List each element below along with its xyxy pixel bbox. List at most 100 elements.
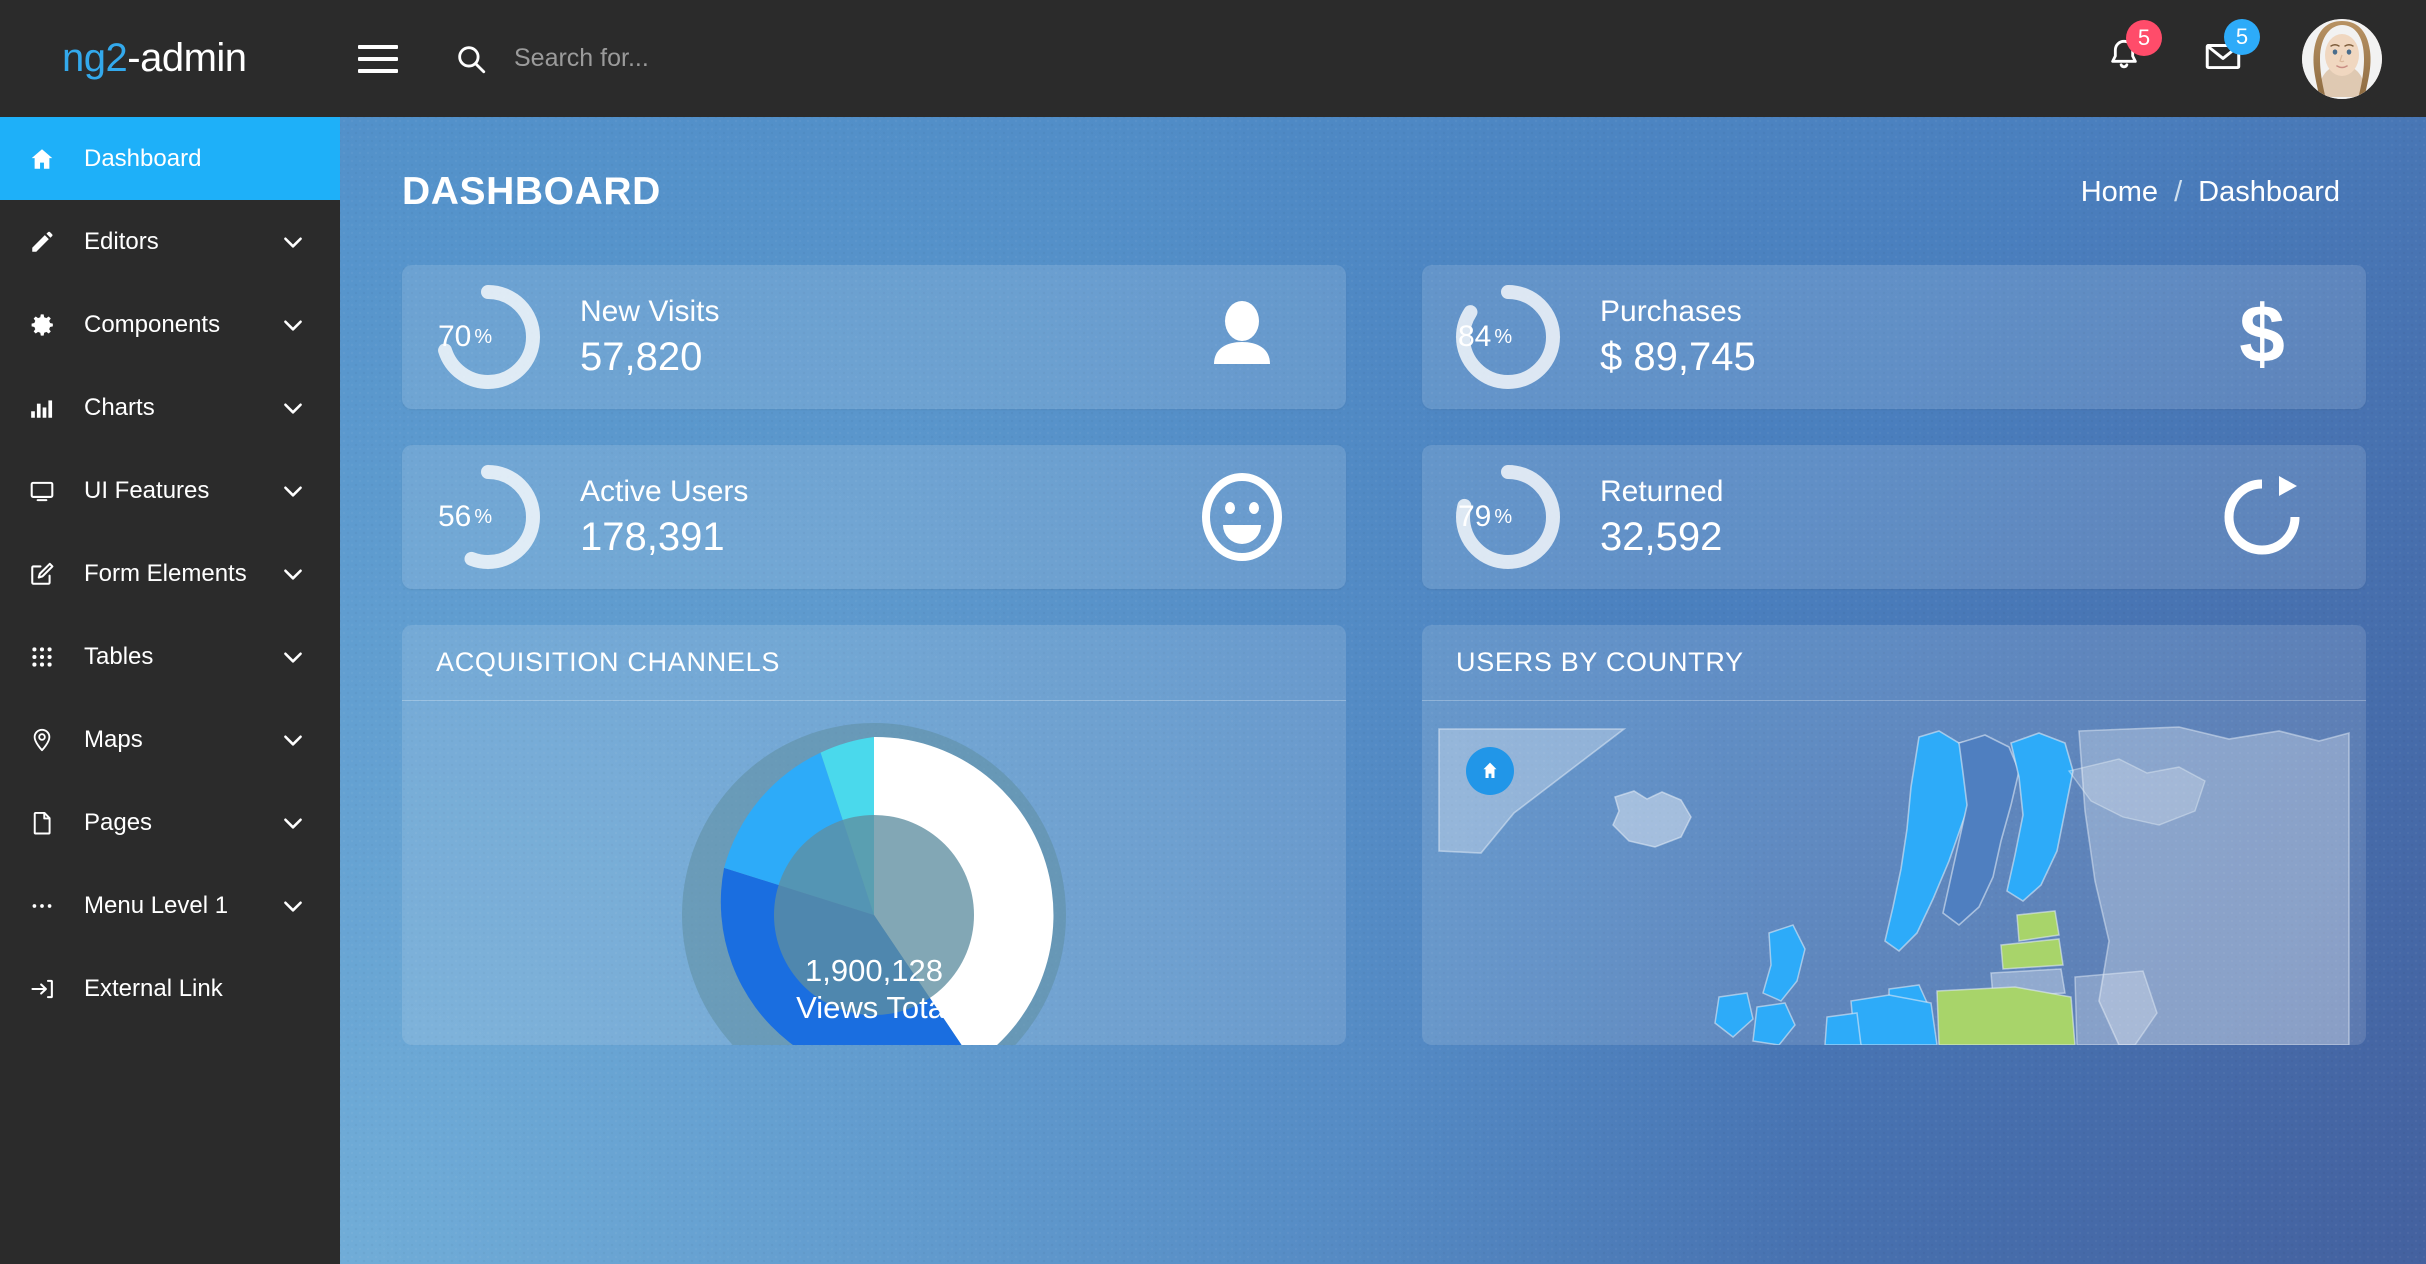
- progress-percent: 84%: [1452, 281, 1564, 393]
- progress-percent-symbol: %: [1494, 325, 1513, 348]
- sidebar-item-label: Charts: [84, 393, 155, 421]
- app-header: ng2-admin 5: [0, 0, 2426, 117]
- progress-percent-value: 84: [1458, 320, 1492, 353]
- chevron-down-icon[interactable]: [280, 229, 306, 255]
- chevron-down-icon[interactable]: [280, 893, 306, 919]
- hamburger-bar: [358, 56, 398, 61]
- panel-title: USERS BY COUNTRY: [1456, 647, 1744, 677]
- map-pin-icon: [0, 727, 84, 753]
- stat-value: 32,592: [1600, 514, 1723, 559]
- breadcrumb-home[interactable]: Home: [2081, 176, 2158, 209]
- sidebar-item-editors[interactable]: Editors: [0, 200, 340, 283]
- chevron-down-icon[interactable]: [280, 561, 306, 587]
- stat-value: 57,820: [580, 334, 703, 379]
- sidebar-item-tables[interactable]: Tables: [0, 615, 340, 698]
- monitor-icon: [0, 478, 84, 504]
- brand-suffix: -admin: [127, 36, 247, 80]
- stat-text: Returned 32,592: [1600, 473, 1723, 561]
- progress-percent-value: 79: [1458, 500, 1492, 533]
- chevron-down-icon[interactable]: [280, 727, 306, 753]
- sidebar-item-label: Components: [84, 310, 221, 338]
- pencil-icon: [0, 229, 84, 255]
- grid-dots-icon: [0, 644, 84, 670]
- stat-title: Active Users: [580, 475, 749, 509]
- europe-map[interactable]: [1422, 701, 2366, 1045]
- progress-donut: 79%: [1452, 461, 1564, 573]
- home-pin-icon[interactable]: [1466, 747, 1514, 795]
- progress-percent: 79%: [1452, 461, 1564, 573]
- search-area[interactable]: [454, 42, 1034, 76]
- stat-title: New Visits: [580, 295, 720, 329]
- acquisition-channels-panel: ACQUISITION CHANNELS 1,900,128 Views Tot…: [402, 625, 1346, 1045]
- chevron-down-icon[interactable]: [280, 810, 306, 836]
- progress-percent-symbol: %: [1494, 505, 1513, 528]
- panel-title: ACQUISITION CHANNELS: [436, 647, 781, 677]
- chevron-down-icon[interactable]: [280, 312, 306, 338]
- hamburger-bar: [358, 44, 398, 49]
- search-icon[interactable]: [454, 42, 488, 76]
- bar-chart-icon: [0, 395, 84, 421]
- stat-text: Purchases $ 89,745: [1600, 293, 1756, 381]
- progress-donut: 70%: [432, 281, 544, 393]
- page-title: DASHBOARD: [402, 170, 661, 213]
- stat-card-active-users[interactable]: 56% Active Users 178,391: [402, 445, 1346, 589]
- dollar-icon: $: [2202, 294, 2322, 380]
- messages-button[interactable]: 5: [2202, 19, 2260, 82]
- menu-toggle-icon[interactable]: [350, 31, 406, 87]
- chevron-down-icon[interactable]: [280, 478, 306, 504]
- stat-value: 178,391: [580, 514, 725, 559]
- sidebar-item-ui-features[interactable]: UI Features: [0, 449, 340, 532]
- notifications-badge: 5: [2126, 20, 2162, 56]
- acquisition-pie-chart[interactable]: [402, 715, 1346, 1045]
- panel-body: 1,900,128 Views Total: [402, 701, 1346, 1045]
- sidebar-item-form-elements[interactable]: Form Elements: [0, 532, 340, 615]
- breadcrumb: Home / Dashboard: [2081, 176, 2340, 209]
- stat-title: Returned: [1600, 475, 1724, 509]
- progress-percent-symbol: %: [474, 325, 493, 348]
- stat-value: $ 89,745: [1600, 334, 1756, 379]
- sidebar-item-dashboard[interactable]: Dashboard: [0, 117, 340, 200]
- stat-card-new-visits[interactable]: 70% New Visits 57,820: [402, 265, 1346, 409]
- ellipsis-icon: [0, 893, 84, 919]
- sidebar-item-charts[interactable]: Charts: [0, 366, 340, 449]
- progress-percent: 56%: [432, 461, 544, 573]
- progress-donut: 84%: [1452, 281, 1564, 393]
- sidebar-item-label: Tables: [84, 642, 154, 670]
- users-by-country-panel: USERS BY COUNTRY: [1422, 625, 2366, 1045]
- home-icon: [0, 146, 84, 172]
- chevron-down-icon[interactable]: [280, 395, 306, 421]
- sidebar-item-label: Menu Level 1: [84, 891, 229, 919]
- sidebar-item-label: Pages: [84, 808, 153, 836]
- file-icon: [0, 810, 84, 836]
- breadcrumb-separator: /: [2174, 175, 2183, 208]
- header-actions: 5 5: [2104, 18, 2426, 99]
- stat-card-returned[interactable]: 79% Returned 32,592: [1422, 445, 2366, 589]
- search-input[interactable]: [514, 44, 1034, 73]
- page-header: DASHBOARD Home / Dashboard: [340, 117, 2426, 267]
- gear-icon: [0, 312, 84, 338]
- stat-title: Purchases: [1600, 295, 1742, 329]
- stat-card-purchases[interactable]: 84% Purchases $ 89,745 $: [1422, 265, 2366, 409]
- notifications-button[interactable]: 5: [2104, 20, 2162, 81]
- sidebar-item-label: Maps: [84, 725, 143, 753]
- panel-header: ACQUISITION CHANNELS: [402, 625, 1346, 701]
- smiley-icon: [1182, 472, 1302, 562]
- main-content: DASHBOARD Home / Dashboard 70% New Visit…: [340, 117, 2426, 1264]
- avatar[interactable]: [2302, 18, 2382, 99]
- progress-donut: 56%: [432, 461, 544, 573]
- sidebar-item-components[interactable]: Components: [0, 283, 340, 366]
- sidebar-item-menu-level-1[interactable]: Menu Level 1: [0, 864, 340, 947]
- sidebar-item-maps[interactable]: Maps: [0, 698, 340, 781]
- sidebar: Dashboard Editors Components Charts UI F…: [0, 117, 340, 1264]
- sidebar-item-pages[interactable]: Pages: [0, 781, 340, 864]
- brand-logo[interactable]: ng2-admin: [0, 36, 340, 81]
- chevron-down-icon[interactable]: [280, 644, 306, 670]
- hamburger-bar: [358, 68, 398, 73]
- sidebar-item-external-link[interactable]: External Link: [0, 947, 340, 1030]
- stat-text: New Visits 57,820: [580, 293, 719, 381]
- stat-text: Active Users 178,391: [580, 473, 748, 561]
- sidebar-item-label: UI Features: [84, 476, 210, 504]
- progress-percent-value: 56: [438, 500, 472, 533]
- progress-percent: 70%: [432, 281, 544, 393]
- progress-percent-symbol: %: [474, 505, 493, 528]
